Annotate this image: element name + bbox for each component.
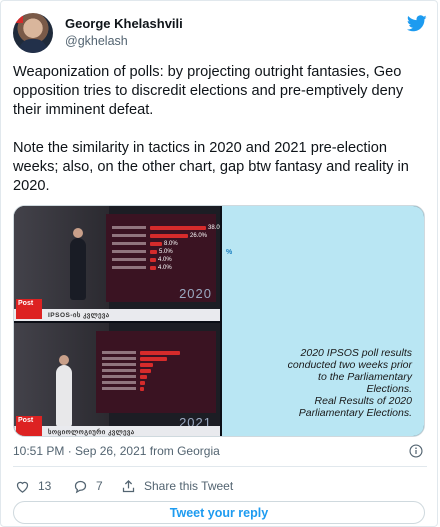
reply-button[interactable]: 7 bbox=[73, 477, 103, 495]
author-name[interactable]: George Khelashvili bbox=[65, 16, 183, 31]
poll-row-label bbox=[112, 266, 146, 269]
poll-bar-value: 26.0% bbox=[190, 232, 208, 239]
year-label: 2020 bbox=[179, 286, 212, 301]
poll-row-label bbox=[102, 357, 136, 360]
poll-bar bbox=[140, 369, 151, 373]
poll-row-label bbox=[112, 258, 146, 261]
info-caption: 2020 IPSOS poll results conducted two we… bbox=[287, 347, 412, 419]
reply-count: 7 bbox=[96, 479, 103, 493]
media-image[interactable]: 38.0%26.0%8.0%5.0%4.0%4.0% 2020 Post IPS… bbox=[13, 205, 425, 437]
tweet-reply-button[interactable]: Tweet your reply bbox=[13, 501, 425, 524]
poll-bar bbox=[150, 234, 188, 238]
poll-bar-value: 38.0% bbox=[208, 224, 220, 231]
poll-bar bbox=[150, 250, 157, 254]
reply-icon bbox=[74, 480, 87, 493]
tv-screenshot-2020: 38.0%26.0%8.0%5.0%4.0%4.0% 2020 Post IPS… bbox=[14, 206, 220, 321]
tweet-header: George Khelashvili @gkhelash bbox=[13, 13, 427, 55]
poll-bar bbox=[150, 266, 156, 270]
divider bbox=[13, 466, 427, 467]
tweet-card: George Khelashvili @gkhelash Weaponizati… bbox=[0, 0, 438, 527]
share-button[interactable]: Share this Tweet bbox=[121, 477, 233, 495]
poll-bar-value: 4.0% bbox=[158, 256, 172, 263]
poll-bar bbox=[150, 258, 156, 262]
poll-row-label bbox=[112, 234, 146, 237]
tv-screenshot-2021: 2021 Post სოციოლოგიური კვლევა bbox=[14, 323, 220, 436]
flag-badge bbox=[15, 15, 23, 23]
poll-row-label bbox=[102, 387, 136, 390]
poll-bar bbox=[150, 226, 206, 230]
like-button[interactable]: 13 bbox=[15, 477, 51, 495]
tweet-text: Weaponization of polls: by projecting ou… bbox=[13, 64, 409, 194]
heart-icon bbox=[16, 481, 29, 493]
news-strap: Post სოციოლოგიური კვლევა bbox=[14, 416, 220, 436]
channel-logo: Post bbox=[16, 416, 42, 436]
poll-bar-value: 5.0% bbox=[159, 248, 173, 255]
channel-logo: Post bbox=[16, 299, 42, 319]
poll-bar bbox=[150, 242, 162, 246]
percent-marker: % bbox=[226, 249, 233, 256]
avatar[interactable] bbox=[13, 13, 53, 53]
poll-row-label bbox=[102, 363, 136, 366]
poll-chart-screen bbox=[96, 331, 216, 413]
info-panel: % 2020 IPSOS poll results conducted two … bbox=[222, 206, 424, 436]
poll-bar bbox=[140, 387, 144, 391]
like-count: 13 bbox=[38, 479, 52, 493]
share-icon bbox=[122, 479, 135, 492]
poll-row-label bbox=[112, 250, 146, 253]
poll-row-label bbox=[102, 351, 136, 354]
poll-row-label bbox=[112, 242, 146, 245]
poll-bar-value: 4.0% bbox=[158, 264, 172, 271]
poll-row-label bbox=[102, 369, 136, 372]
info-icon[interactable] bbox=[409, 444, 423, 458]
poll-row-label bbox=[102, 375, 136, 378]
poll-row-label bbox=[102, 381, 136, 384]
news-strap: Post IPSOS-ის კვლევა bbox=[14, 299, 220, 321]
poll-bar bbox=[140, 357, 167, 361]
author-handle[interactable]: @gkhelash bbox=[65, 34, 128, 48]
strap-caption: IPSOS-ის კვლევა bbox=[48, 312, 110, 319]
poll-bar-value: 8.0% bbox=[164, 240, 178, 247]
action-bar: 13 7 Share this Tweet bbox=[13, 477, 427, 495]
poll-bar bbox=[140, 375, 147, 379]
twitter-bird-icon[interactable] bbox=[407, 15, 427, 32]
share-label: Share this Tweet bbox=[144, 479, 234, 493]
poll-bar bbox=[140, 363, 153, 367]
poll-bar bbox=[140, 381, 145, 385]
poll-row-label bbox=[112, 226, 146, 229]
presenter-figure bbox=[70, 228, 86, 300]
strap-caption: სოციოლოგიური კვლევა bbox=[48, 429, 135, 436]
presenter-figure bbox=[56, 355, 72, 427]
tweet-timestamp[interactable]: 10:51 PM · Sep 26, 2021 from Georgia bbox=[13, 444, 220, 458]
poll-bar bbox=[140, 351, 180, 355]
